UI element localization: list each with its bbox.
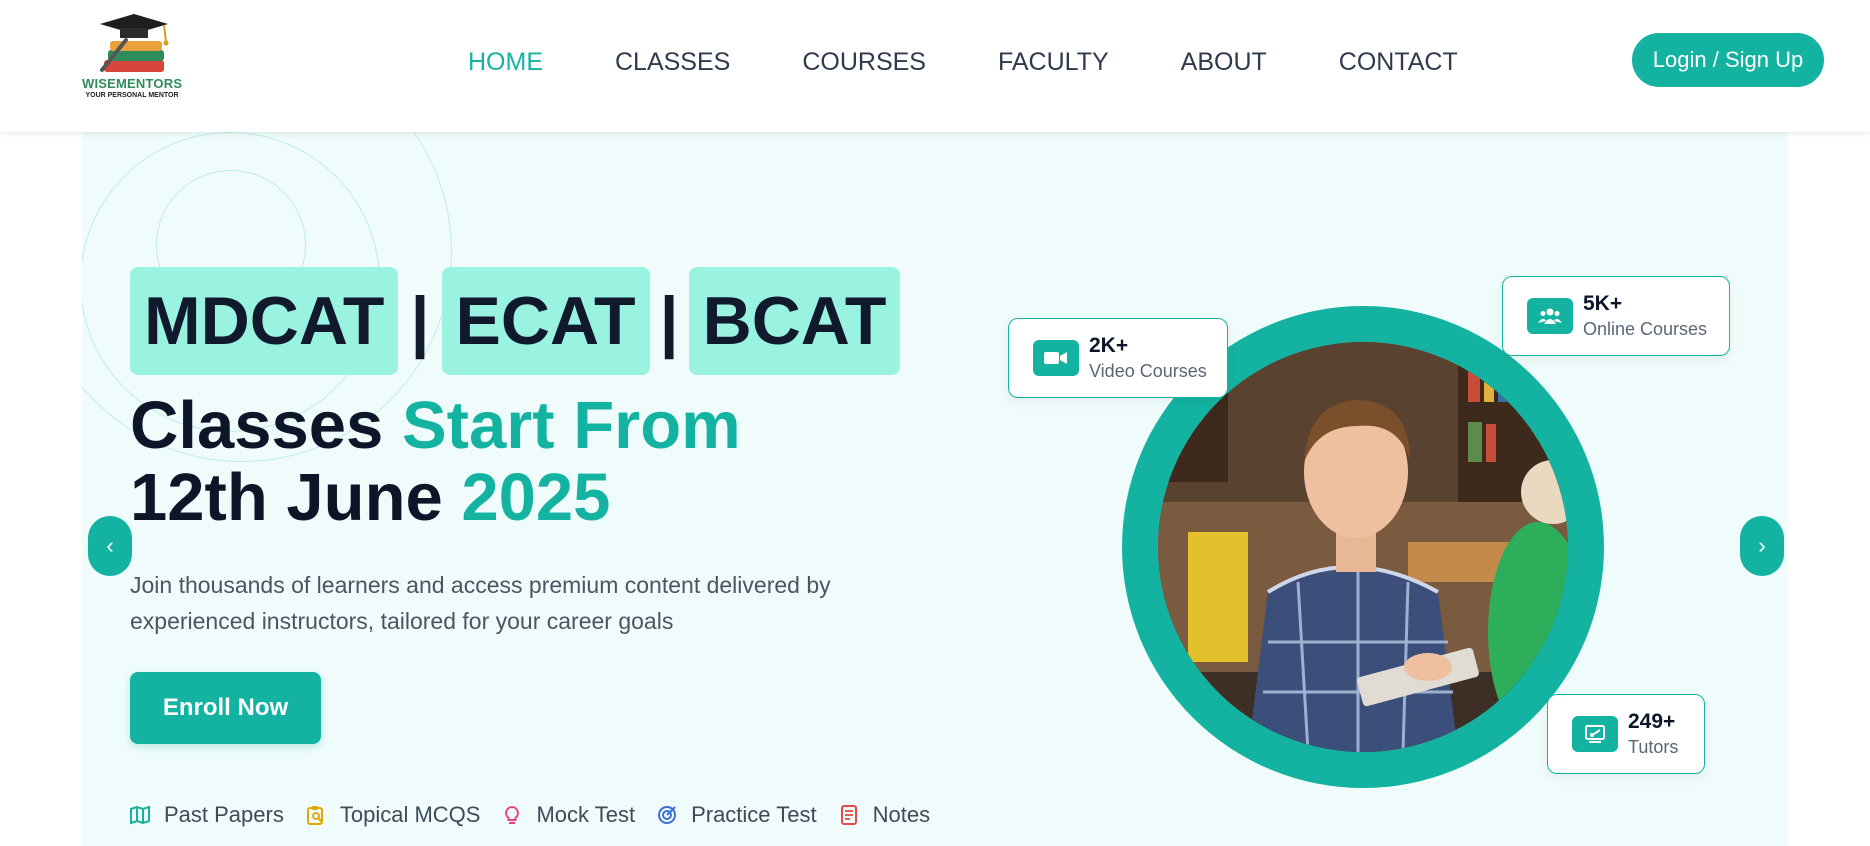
hero-description: Join thousands of learners and access pr…: [130, 572, 831, 634]
feature-topical-mcqs[interactable]: Topical MCQS: [306, 802, 481, 828]
hero-student-photo: [1158, 342, 1568, 752]
headline-text: Classes: [130, 388, 402, 463]
headline-accent: 2025: [461, 460, 611, 535]
stat-card-video-courses: 2K+ Video Courses: [1008, 318, 1228, 398]
carousel-next-button[interactable]: ›: [1740, 516, 1784, 576]
stat-value: 249+: [1628, 710, 1676, 733]
enroll-now-button[interactable]: Enroll Now: [130, 672, 321, 744]
lightbulb-icon: [505, 805, 520, 824]
hero-section: MDCAT | ECAT | BCAT Classes Start From 1…: [82, 132, 1788, 846]
stat-label: Video Courses: [1089, 361, 1207, 381]
users-icon: [1527, 298, 1573, 334]
feature-label: Mock Test: [536, 802, 636, 827]
notes-icon: [840, 805, 857, 825]
feature-label: Past Papers: [164, 802, 284, 827]
stat-card-tutors: 249+ Tutors: [1547, 694, 1705, 774]
map-icon: [130, 805, 150, 825]
feature-label: Practice Test: [691, 802, 817, 827]
feature-practice-test[interactable]: Practice Test: [657, 802, 817, 828]
feature-label: Topical MCQS: [339, 802, 481, 827]
feature-label: Notes: [872, 802, 931, 827]
nav-home[interactable]: HOME: [468, 44, 543, 80]
site-header: WISEMENTORS YOUR PERSONAL MENTOR HOME CL…: [0, 0, 1870, 132]
hero-headline: Classes Start From 12th June 2025: [130, 390, 741, 534]
stat-label: Online Courses: [1583, 319, 1708, 339]
feature-mock-test[interactable]: Mock Test: [502, 802, 635, 828]
stat-label: Tutors: [1628, 737, 1679, 757]
carousel-prev-button[interactable]: ‹: [88, 516, 132, 576]
target-icon: [658, 806, 677, 824]
exam-tag-ecat: ECAT: [441, 267, 650, 375]
feature-notes[interactable]: Notes: [839, 802, 930, 828]
exam-tags: MDCAT | ECAT | BCAT: [130, 267, 901, 375]
headline-accent: Start From: [401, 388, 741, 463]
logo-name: WISEMENTORS: [82, 76, 183, 91]
nav-about[interactable]: ABOUT: [1181, 44, 1267, 80]
graduation-cap-logo-icon: [100, 14, 169, 72]
presentation-icon: [1572, 716, 1618, 752]
headline-text: 12th June: [130, 460, 462, 535]
stat-card-online-courses: 5K+ Online Courses: [1502, 276, 1730, 356]
student-photo-illustration: [1158, 342, 1568, 752]
nav-courses[interactable]: COURSES: [802, 44, 926, 80]
clipboard-search-icon: [306, 806, 323, 825]
login-signup-button[interactable]: Login / Sign Up: [1632, 33, 1824, 87]
nav-contact[interactable]: CONTACT: [1339, 44, 1458, 80]
exam-tag-mdcat: MDCAT: [130, 267, 399, 375]
nav-faculty[interactable]: FACULTY: [998, 44, 1109, 80]
logo[interactable]: WISEMENTORS YOUR PERSONAL MENTOR: [82, 14, 182, 104]
nav-classes[interactable]: CLASSES: [615, 44, 730, 80]
stat-value: 5K+: [1583, 292, 1623, 315]
video-camera-icon: [1033, 340, 1079, 376]
stat-value: 2K+: [1089, 334, 1129, 357]
feature-links: Past Papers Topical MCQS Mock Test Pract…: [130, 802, 952, 828]
feature-past-papers[interactable]: Past Papers: [130, 802, 284, 828]
main-nav: HOME CLASSES COURSES FACULTY ABOUT CONTA…: [468, 44, 1530, 80]
exam-separator: |: [410, 283, 430, 359]
exam-separator: |: [659, 283, 679, 359]
logo-tagline: YOUR PERSONAL MENTOR: [85, 92, 179, 99]
exam-tag-bcat: BCAT: [688, 267, 901, 375]
